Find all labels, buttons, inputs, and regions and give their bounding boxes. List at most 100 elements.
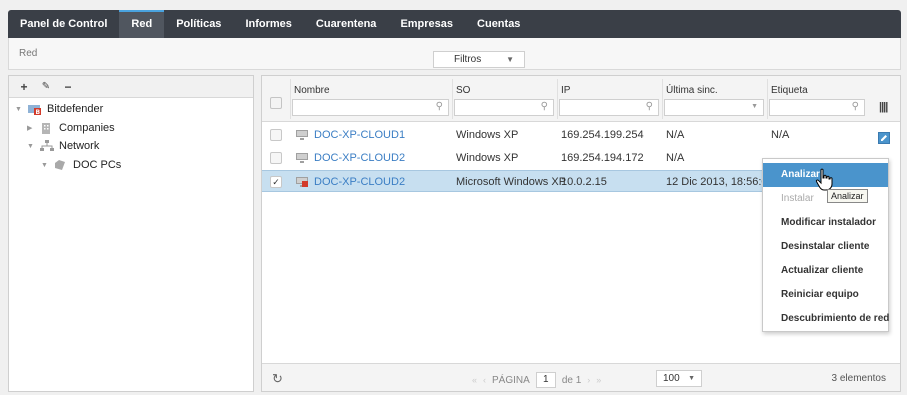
network-tree-panel: + ✎ − ▼ B Bitdefender ▶ Companies ▼ Netw…	[8, 75, 254, 392]
menu-item-reiniciar-equipo[interactable]: Reiniciar equipo	[763, 283, 888, 307]
column-divider	[767, 79, 768, 119]
top-navigation: Panel de Control Red Políticas Informes …	[8, 10, 901, 38]
os-cell: Windows XP	[456, 152, 519, 164]
bitdefender-root-icon: B	[28, 103, 42, 116]
endpoint-name-link[interactable]: DOC-XP-CLOUD2	[296, 152, 405, 164]
name-filter-input[interactable]: ⚲	[292, 99, 449, 116]
tab-informes[interactable]: Informes	[233, 10, 303, 38]
items-per-page-select[interactable]: 100 ▼	[656, 370, 702, 387]
building-icon	[40, 122, 54, 134]
tag-cell: N/A	[771, 129, 790, 141]
svg-text:B: B	[36, 109, 41, 115]
app-window: Panel de Control Red Políticas Informes …	[0, 0, 907, 395]
search-icon: ⚲	[851, 101, 859, 112]
select-all-checkbox[interactable]	[270, 97, 282, 109]
column-chooser-icon[interactable]: ||||	[879, 101, 888, 113]
first-page-icon[interactable]: «	[472, 375, 477, 385]
pagination: « ‹ PÁGINA 1 de 1 › »	[472, 372, 601, 388]
folder-icon	[54, 159, 68, 171]
filters-label: Filtros	[454, 54, 482, 65]
tab-cuentas[interactable]: Cuentas	[465, 10, 532, 38]
tree-node-label: Bitdefender	[47, 103, 104, 115]
breadcrumb: Red	[19, 48, 38, 59]
tooltip: Analizar	[827, 189, 868, 203]
edit-tag-icon[interactable]	[878, 132, 890, 144]
computer-icon	[296, 153, 308, 163]
expand-toggle-icon[interactable]: ▼	[15, 106, 25, 113]
column-header-os[interactable]: SO	[456, 85, 470, 96]
tree-node-companies[interactable]: ▶ Companies	[27, 122, 115, 134]
menu-item-actualizar-cliente[interactable]: Actualizar cliente	[763, 259, 888, 283]
tree-node-bitdefender[interactable]: ▼ B Bitdefender	[15, 103, 104, 116]
page-count-label: de 1	[561, 374, 582, 386]
os-cell: Windows XP	[456, 129, 519, 141]
column-header-last-sync[interactable]: Última sinc.	[666, 85, 718, 96]
tree-node-doc-pcs[interactable]: ▼ DOC PCs	[41, 159, 121, 171]
expand-toggle-icon[interactable]: ▶	[27, 124, 37, 132]
ip-cell: 10.0.2.15	[561, 176, 607, 188]
expand-toggle-icon[interactable]: ▼	[41, 162, 51, 169]
column-divider	[452, 79, 453, 119]
tab-panel-de-control[interactable]: Panel de Control	[8, 10, 119, 38]
table-row[interactable]: DOC-XP-CLOUD1 Windows XP 169.254.199.254…	[262, 124, 862, 146]
tree-node-label: Network	[59, 140, 100, 152]
last-page-icon[interactable]: »	[596, 375, 601, 385]
row-checkbox[interactable]	[270, 152, 282, 164]
last-sync-cell: N/A	[666, 152, 685, 164]
menu-item-desinstalar-cliente[interactable]: Desinstalar cliente	[763, 235, 888, 259]
ip-filter-input[interactable]: ⚲	[559, 99, 659, 116]
computer-icon	[296, 130, 308, 140]
tree-node-network[interactable]: ▼ Network	[27, 140, 99, 152]
menu-item-descubrimiento-de-red[interactable]: Descubrimiento de red	[763, 307, 889, 331]
chevron-down-icon: ▼	[751, 103, 758, 110]
column-divider	[290, 79, 291, 119]
search-icon: ⚲	[645, 101, 653, 112]
column-divider	[662, 79, 663, 119]
last-sync-filter-dropdown[interactable]: ▼	[664, 99, 764, 116]
tree-node-label: DOC PCs	[73, 159, 122, 171]
row-checkbox-checked[interactable]: ✓	[270, 176, 282, 188]
tree-toolbar: + ✎ −	[9, 76, 253, 98]
grid-header: Nombre ⚲ SO ⚲ IP ⚲ Última sinc. ▼ Etique…	[262, 76, 900, 122]
network-icon	[40, 140, 54, 152]
per-page-value: 100	[663, 373, 680, 384]
menu-item-modificar-instalador[interactable]: Modificar instalador	[763, 211, 888, 235]
filters-dropdown[interactable]: Filtros ▼	[433, 51, 525, 68]
row-checkbox[interactable]	[270, 129, 282, 141]
managed-computer-icon	[296, 177, 308, 187]
search-icon: ⚲	[540, 101, 548, 112]
previous-page-icon[interactable]: ‹	[483, 375, 486, 385]
tab-empresas[interactable]: Empresas	[388, 10, 465, 38]
total-items-count: 3 elementos	[831, 373, 886, 384]
edit-group-button[interactable]: ✎	[37, 79, 55, 95]
page-label: PÁGINA	[492, 374, 530, 386]
refresh-icon[interactable]: ↻	[272, 371, 283, 387]
tab-red[interactable]: Red	[119, 10, 165, 38]
tab-politicas[interactable]: Políticas	[164, 10, 233, 38]
tag-filter-input[interactable]: ⚲	[769, 99, 865, 116]
last-sync-cell: N/A	[666, 129, 685, 141]
add-group-button[interactable]: +	[15, 79, 33, 95]
tree-node-label: Companies	[59, 122, 115, 134]
column-divider	[557, 79, 558, 119]
grid-footer: ↻ « ‹ PÁGINA 1 de 1 › » 100 ▼ 3 elemento…	[262, 363, 900, 391]
os-cell: Microsoft Windows XP	[456, 176, 567, 188]
endpoint-name-link[interactable]: DOC-XP-CLOUD1	[296, 129, 405, 141]
ip-cell: 169.254.199.254	[561, 129, 644, 141]
tab-cuarentena[interactable]: Cuarentena	[304, 10, 389, 38]
search-icon: ⚲	[435, 101, 443, 112]
page-toolbar: Red Filtros ▼	[8, 38, 901, 70]
column-header-ip[interactable]: IP	[561, 85, 570, 96]
remove-group-button[interactable]: −	[59, 79, 77, 95]
expand-toggle-icon[interactable]: ▼	[27, 143, 37, 150]
last-sync-cell: 12 Dic 2013, 18:56:03	[666, 176, 774, 188]
ip-cell: 169.254.194.172	[561, 152, 644, 164]
column-header-name[interactable]: Nombre	[294, 85, 330, 96]
column-header-tag[interactable]: Etiqueta	[771, 85, 808, 96]
next-page-icon[interactable]: ›	[587, 375, 590, 385]
chevron-down-icon: ▼	[688, 375, 695, 382]
chevron-down-icon: ▼	[506, 55, 514, 64]
os-filter-input[interactable]: ⚲	[454, 99, 554, 116]
page-number-input[interactable]: 1	[535, 372, 556, 388]
endpoint-name-link[interactable]: DOC-XP-CLOUD2	[296, 176, 405, 188]
